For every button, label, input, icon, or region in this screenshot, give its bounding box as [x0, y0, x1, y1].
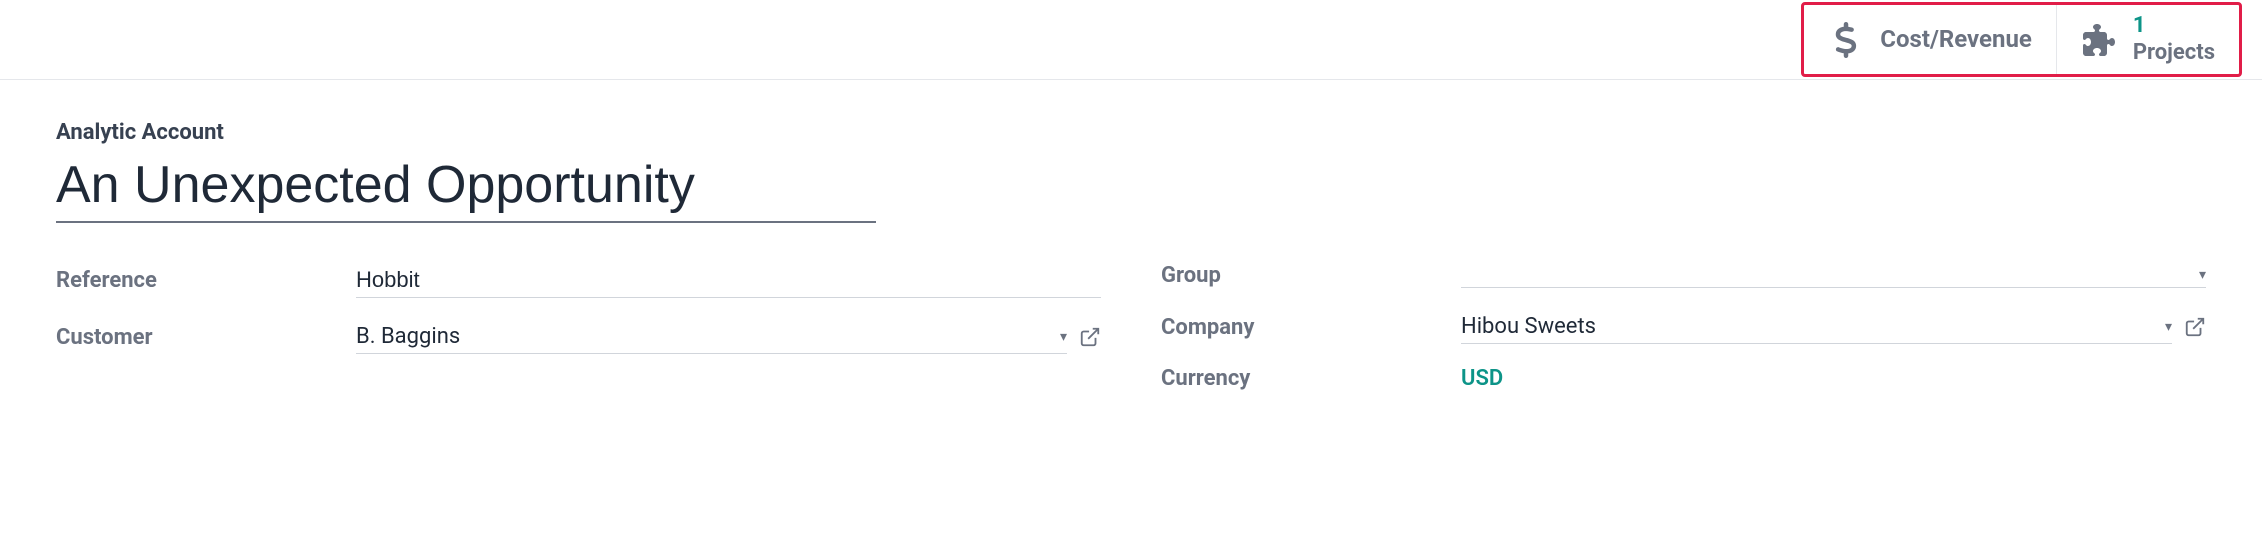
reference-field: Reference — [56, 263, 1101, 298]
form-columns: Reference Customer B. Baggins ▾ — [56, 263, 2206, 391]
field-value-wrap — [356, 263, 1101, 298]
currency-value[interactable]: USD — [1461, 366, 1503, 391]
customer-label: Customer — [56, 325, 356, 350]
record-title-input[interactable] — [56, 155, 876, 215]
currency-label: Currency — [1161, 366, 1461, 391]
projects-button[interactable]: 1 Projects — [2057, 5, 2239, 74]
group-field: Group ▾ — [1161, 263, 2206, 288]
left-column: Reference Customer B. Baggins ▾ — [56, 263, 1101, 391]
field-value-wrap: USD — [1461, 366, 2206, 391]
right-column: Group ▾ Company Hibou Sweets ▾ — [1161, 263, 2206, 391]
company-value: Hibou Sweets — [1461, 314, 1596, 339]
field-value-wrap: B. Baggins ▾ — [356, 320, 1101, 354]
company-field: Company Hibou Sweets ▾ — [1161, 310, 2206, 344]
cost-revenue-button[interactable]: Cost/Revenue — [1804, 5, 2057, 74]
chevron-down-icon: ▾ — [1060, 329, 1067, 345]
projects-label: Projects — [2133, 40, 2215, 66]
reference-input[interactable] — [356, 263, 1101, 298]
stat-buttons-group: Cost/Revenue 1 Projects — [1801, 2, 2242, 77]
company-label: Company — [1161, 315, 1461, 340]
group-select[interactable]: ▾ — [1461, 263, 2206, 288]
record-type-label: Analytic Account — [56, 120, 2206, 145]
chevron-down-icon: ▾ — [2199, 267, 2206, 283]
reference-label: Reference — [56, 268, 356, 293]
projects-count: 1 — [2133, 13, 2215, 39]
stat-text: Cost/Revenue — [1880, 25, 2032, 54]
topbar: Cost/Revenue 1 Projects — [0, 0, 2262, 80]
customer-field: Customer B. Baggins ▾ — [56, 320, 1101, 354]
cost-revenue-label: Cost/Revenue — [1880, 25, 2032, 54]
dollar-icon — [1828, 22, 1864, 58]
field-value-wrap: ▾ — [1461, 263, 2206, 288]
puzzle-icon — [2081, 24, 2117, 56]
external-link-icon[interactable] — [1079, 326, 1101, 348]
customer-select[interactable]: B. Baggins ▾ — [356, 320, 1067, 354]
record-title-wrap — [56, 155, 876, 223]
currency-field: Currency USD — [1161, 366, 2206, 391]
customer-value: B. Baggins — [356, 324, 460, 349]
company-select[interactable]: Hibou Sweets ▾ — [1461, 310, 2172, 344]
stat-text: 1 Projects — [2133, 13, 2215, 66]
chevron-down-icon: ▾ — [2165, 319, 2172, 335]
external-link-icon[interactable] — [2184, 316, 2206, 338]
form-content: Analytic Account Reference Customer B. B… — [0, 80, 2262, 431]
field-value-wrap: Hibou Sweets ▾ — [1461, 310, 2206, 344]
group-label: Group — [1161, 263, 1461, 288]
